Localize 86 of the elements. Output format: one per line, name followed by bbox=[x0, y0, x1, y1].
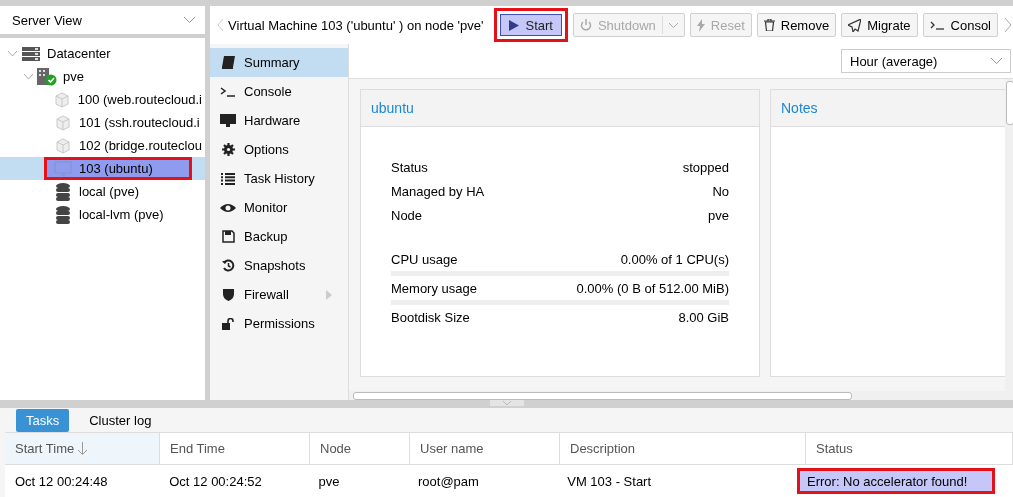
tree-item[interactable]: local-lvm (pve) bbox=[50, 203, 167, 226]
field-label: Memory usage bbox=[391, 280, 477, 296]
field-value: 0.00% of 1 CPU(s) bbox=[620, 251, 729, 267]
lightning-icon bbox=[696, 18, 705, 32]
nav-item[interactable]: Backup bbox=[210, 222, 348, 251]
timeframe-dropdown[interactable]: Hour (average) bbox=[841, 49, 1011, 73]
tree-item[interactable]: 102 (bridge.routeclou bbox=[50, 134, 205, 157]
sort-down-arrow-icon bbox=[78, 442, 88, 455]
tree-item[interactable]: pve bbox=[34, 65, 87, 88]
field-label: Managed by HA bbox=[391, 183, 485, 199]
server-rack-icon bbox=[22, 46, 40, 61]
chevron-down-icon bbox=[184, 17, 195, 23]
table-cell-text: root@pam bbox=[417, 472, 480, 491]
column-header[interactable]: User name bbox=[410, 433, 560, 464]
caret-icon bbox=[668, 22, 678, 28]
field-value: 0.00% (0 B of 512.00 MiB) bbox=[576, 280, 729, 296]
migrate-button[interactable]: Migrate bbox=[841, 13, 918, 37]
nav-item[interactable]: Summary bbox=[210, 48, 348, 77]
power-icon bbox=[579, 19, 592, 31]
column-header[interactable]: Node bbox=[310, 433, 410, 464]
tree-item[interactable]: 103 (ubuntu) bbox=[44, 157, 192, 180]
column-header[interactable]: Status bbox=[806, 433, 1013, 464]
paper-plane-icon bbox=[848, 18, 862, 32]
play-icon bbox=[509, 19, 520, 31]
tree-item[interactable]: Datacenter bbox=[18, 42, 114, 65]
nav-item[interactable]: Task History bbox=[210, 164, 348, 193]
field-label: CPU usage bbox=[391, 251, 458, 267]
nav-item[interactable]: Firewall bbox=[210, 280, 348, 309]
remove-button[interactable]: Remove bbox=[756, 13, 837, 37]
field-label: Status bbox=[391, 159, 428, 175]
nav-item[interactable]: Snapshots bbox=[210, 251, 348, 280]
table-cell-text: VM 103 - Start bbox=[566, 472, 653, 491]
scroll-right-icon[interactable] bbox=[1003, 17, 1013, 33]
console-button[interactable]: Consol bbox=[922, 13, 998, 37]
field-value: pve bbox=[708, 207, 729, 223]
building-check-icon bbox=[37, 67, 57, 86]
column-header[interactable]: End Time bbox=[160, 433, 310, 464]
list-icon bbox=[221, 172, 235, 185]
terminal-icon bbox=[929, 20, 945, 30]
trash-icon bbox=[763, 19, 775, 31]
column-header[interactable]: Description bbox=[560, 433, 806, 464]
collapse-toggle-icon[interactable] bbox=[6, 50, 18, 57]
cube-icon bbox=[55, 137, 71, 154]
book-icon bbox=[221, 56, 235, 69]
tree-item[interactable]: 100 (web.routecloud.i bbox=[48, 88, 205, 111]
column-header[interactable]: Start Time bbox=[5, 433, 160, 464]
field-value: stopped bbox=[682, 159, 729, 175]
field-label: Node bbox=[391, 207, 423, 223]
database-icon bbox=[56, 205, 70, 224]
horizontal-scrollbar[interactable] bbox=[349, 391, 1013, 400]
panel-title: Notes bbox=[781, 100, 818, 116]
history-icon bbox=[221, 259, 235, 272]
vertical-scrollbar[interactable] bbox=[1005, 79, 1013, 391]
window-title: Virtual Machine 103 ('ubuntu' ) on node 'pve' bbox=[228, 17, 484, 33]
collapse-toggle-icon[interactable] bbox=[22, 73, 34, 80]
table-cell-text: pve bbox=[317, 472, 341, 491]
shield-icon bbox=[222, 288, 234, 301]
database-icon bbox=[56, 182, 70, 201]
field-value: 8.00 GiB bbox=[678, 309, 729, 325]
chevron-down-icon bbox=[991, 58, 1002, 64]
nav-item[interactable]: Console bbox=[210, 77, 348, 106]
eye-icon bbox=[220, 202, 236, 213]
tree-item[interactable]: 101 (ssh.routecloud.i bbox=[50, 111, 203, 134]
table-cell: Error: No accelerator found! bbox=[797, 468, 995, 494]
tree-item[interactable]: local (pve) bbox=[50, 180, 142, 203]
nav-item[interactable]: Monitor bbox=[210, 193, 348, 222]
splitter-handle-icon[interactable] bbox=[489, 400, 524, 408]
field-label: Bootdisk Size bbox=[391, 309, 470, 325]
cube-icon bbox=[55, 114, 71, 131]
panel-title: ubuntu bbox=[371, 100, 414, 116]
monitor-icon bbox=[220, 113, 236, 128]
terminal-icon bbox=[220, 86, 236, 97]
scroll-left-icon[interactable] bbox=[216, 17, 224, 33]
unlocked-padlock-icon bbox=[221, 317, 235, 330]
field-value: No bbox=[712, 183, 729, 199]
view-dropdown[interactable]: Server View bbox=[0, 6, 205, 34]
table-cell-text: Oct 12 00:24:48 bbox=[14, 472, 109, 491]
monitor-icon bbox=[54, 160, 72, 177]
tab[interactable]: Cluster log bbox=[79, 408, 162, 432]
gear-icon bbox=[221, 143, 235, 156]
nav-item[interactable]: Options bbox=[210, 135, 348, 164]
table-cell-text: Oct 12 00:24:52 bbox=[168, 472, 263, 491]
cube-icon bbox=[53, 91, 70, 108]
nav-item[interactable]: Hardware bbox=[210, 106, 348, 135]
start-button[interactable]: Start bbox=[494, 8, 568, 42]
nav-item[interactable]: Permissions bbox=[210, 309, 348, 338]
